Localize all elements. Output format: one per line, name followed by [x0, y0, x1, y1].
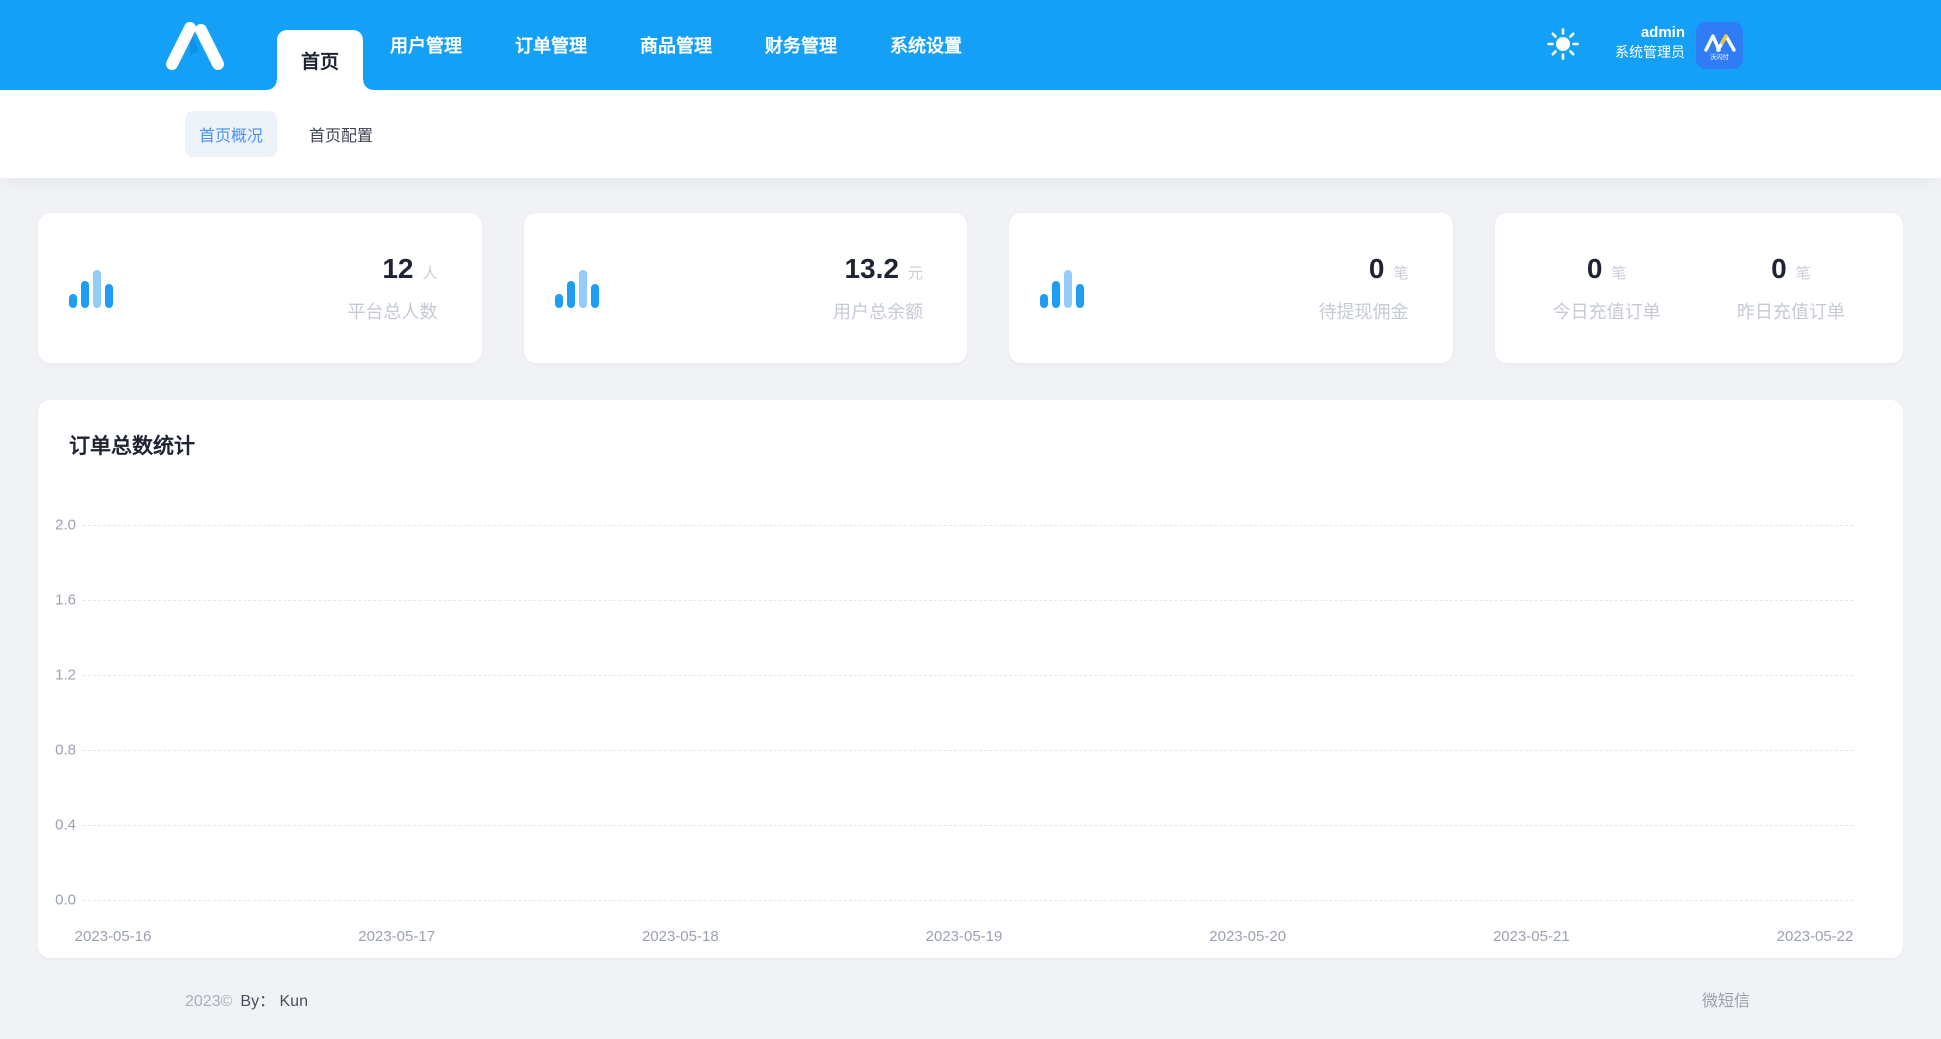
bar-chart-icon	[1040, 268, 1084, 308]
avatar[interactable]: 沃闪付	[1696, 22, 1743, 69]
x-axis-labels: 2023-05-16 2023-05-17 2023-05-18 2023-05…	[113, 928, 1815, 948]
gridline: 0.8	[83, 750, 1853, 751]
subtab-home-overview[interactable]: 首页概况	[185, 111, 277, 157]
bar-chart-icon	[555, 268, 599, 308]
stat-card-platform-users: 12 人 平台总人数	[38, 213, 482, 363]
stat-unit: 人	[422, 265, 437, 282]
y-tick-label: 0.8	[38, 742, 76, 759]
avatar-m-icon	[1702, 31, 1738, 53]
stat-label: 待提现佣金	[1319, 298, 1409, 324]
stat-block-yesterday: 0笔 昨日充值订单	[1737, 253, 1845, 324]
stat-label: 平台总人数	[348, 298, 438, 324]
nav-item-order-management[interactable]: 订单管理	[515, 0, 587, 90]
y-tick-label: 1.2	[38, 667, 76, 684]
footer-left: 2023© By： Kun	[185, 987, 308, 1011]
sub-nav: 首页概况 首页配置	[0, 90, 1941, 178]
stat-value: 13.2	[844, 253, 899, 284]
stat-card-user-balance: 13.2 元 用户总余额	[524, 213, 968, 363]
nav-item-finance-management[interactable]: 财务管理	[765, 0, 837, 90]
copyright-text: 2023©	[185, 993, 232, 1010]
stat-cards-row: 12人 平台总人数 13.2元 用户总余额 0笔	[38, 213, 1903, 363]
x-tick-label: 2023-05-17	[358, 928, 435, 945]
stat-value: 0	[1771, 253, 1787, 284]
stat-block: 0笔 待提现佣金	[1319, 253, 1409, 324]
stat-block: 13.2 元 用户总余额	[833, 253, 923, 324]
x-tick-label: 2023-05-16	[75, 928, 152, 945]
stat-label: 用户总余额	[833, 298, 923, 324]
stat-block-today: 0笔 今日充值订单	[1553, 253, 1661, 324]
stat-card-recharge-orders: 0笔 今日充值订单 0笔 昨日充值订单	[1495, 213, 1904, 363]
gridline: 0.0	[83, 900, 1853, 901]
bar-chart-icon	[69, 268, 113, 308]
chart-title: 订单总数统计	[69, 430, 195, 460]
stat-value: 12	[382, 253, 413, 284]
x-tick-label: 2023-05-20	[1209, 928, 1286, 945]
top-header: 首页 用户管理 订单管理 商品管理 财务管理 系统设置 admin 系统管理员 …	[0, 0, 1941, 90]
m-logo-icon	[160, 20, 234, 70]
y-tick-label: 2.0	[38, 517, 76, 534]
x-tick-label: 2023-05-18	[642, 928, 719, 945]
stat-unit: 笔	[1611, 265, 1626, 282]
nav-item-user-management[interactable]: 用户管理	[390, 0, 462, 90]
gridline: 2.0	[83, 525, 1853, 526]
nav-item-system-settings[interactable]: 系统设置	[890, 0, 962, 90]
y-tick-label: 1.6	[38, 592, 76, 609]
stat-card-pending-commission: 0笔 待提现佣金	[1009, 213, 1453, 363]
avatar-caption: 沃闪付	[1710, 54, 1729, 60]
chart-plot-area: 2.0 1.6 1.2 0.8 0.4 0.0 2023-05-16 2023-…	[83, 525, 1853, 945]
stat-unit: 笔	[1796, 265, 1811, 282]
stat-label: 昨日充值订单	[1737, 298, 1845, 324]
y-tick-label: 0.4	[38, 817, 76, 834]
gridline: 0.4	[83, 825, 1853, 826]
user-info[interactable]: admin 系统管理员	[1615, 23, 1685, 62]
y-tick-label: 0.0	[38, 892, 76, 909]
subtab-home-config[interactable]: 首页配置	[295, 111, 387, 157]
user-role: 系统管理员	[1615, 43, 1685, 62]
order-total-chart-card: 订单总数统计 2.0 1.6 1.2 0.8 0.4 0.0 2023-05-1…	[38, 400, 1903, 958]
gridline: 1.6	[83, 600, 1853, 601]
stat-unit: 笔	[1393, 265, 1408, 282]
x-tick-label: 2023-05-21	[1493, 928, 1570, 945]
nav-item-product-management[interactable]: 商品管理	[640, 0, 712, 90]
sun-icon[interactable]	[1546, 27, 1580, 61]
user-name: admin	[1615, 23, 1685, 43]
gridline: 1.2	[83, 675, 1853, 676]
stat-label: 今日充值订单	[1553, 298, 1661, 324]
x-tick-label: 2023-05-22	[1777, 928, 1854, 945]
author-text: By： Kun	[240, 993, 308, 1010]
footer-link-sms[interactable]: 微短信	[1702, 987, 1750, 1011]
nav-item-home[interactable]: 首页	[277, 30, 363, 90]
stat-block: 12 人 平台总人数	[348, 253, 438, 324]
x-tick-label: 2023-05-19	[926, 928, 1003, 945]
main-nav: 首页 用户管理 订单管理 商品管理 财务管理 系统设置	[277, 0, 962, 90]
stat-value: 0	[1587, 253, 1603, 284]
stat-value: 0	[1369, 253, 1385, 284]
stat-unit: 元	[908, 265, 923, 282]
page-footer: 2023© By： Kun 微短信	[0, 958, 1941, 1039]
